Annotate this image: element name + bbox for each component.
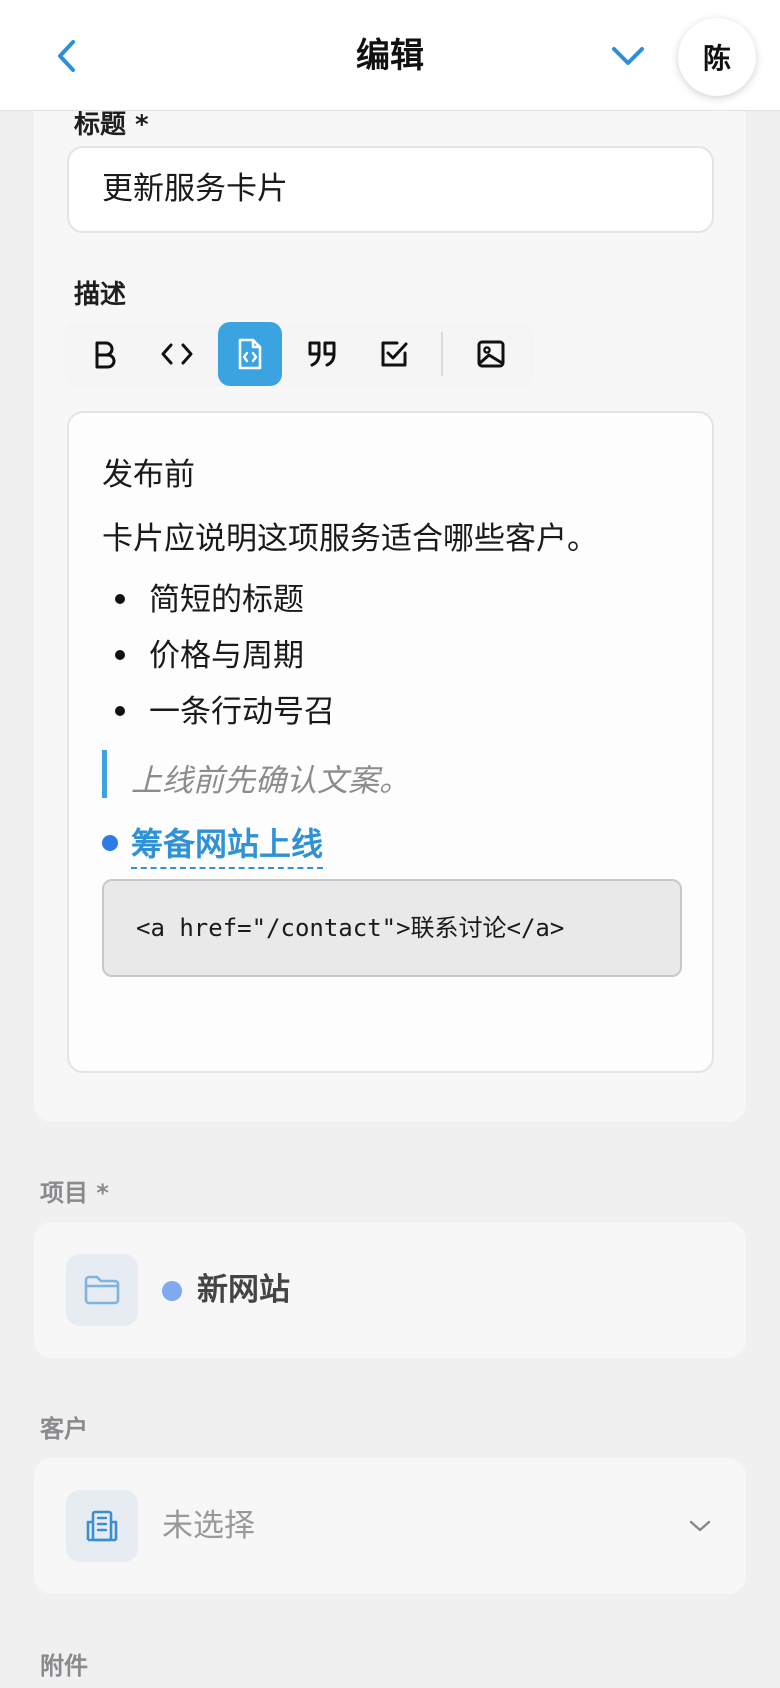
client-dropdown-toggle[interactable] [680, 1506, 720, 1546]
client-value: 未选择 [162, 1508, 255, 1544]
task-dot [102, 835, 118, 851]
code-block-button[interactable] [218, 322, 282, 386]
client-selector[interactable]: 未选择 [34, 1458, 746, 1594]
checkbox-icon [381, 341, 408, 367]
editor-paragraph: 卡片应说明这项服务适合哪些客户。 [102, 521, 598, 557]
collapse-button[interactable] [604, 32, 652, 80]
bullet-item: 价格与周期 [149, 638, 304, 674]
image-icon [477, 340, 505, 368]
page-title: 编辑 [356, 36, 424, 76]
toolbar-divider [441, 332, 443, 376]
editor-toolbar [64, 322, 534, 386]
avatar[interactable]: 陈 [678, 18, 756, 96]
bullet-dot [115, 594, 125, 604]
project-color-dot [162, 1281, 182, 1301]
folder-icon-box [66, 1254, 138, 1326]
bullet-item: 一条行动号召 [149, 694, 335, 730]
editor-quote: 上线前先确认文案。 [131, 763, 410, 799]
quote-bar [102, 750, 107, 798]
attachments-label: 附件 [40, 1652, 88, 1680]
code-block-icon [238, 338, 262, 370]
bold-icon [95, 341, 116, 369]
project-label: 项目 * [40, 1179, 109, 1207]
task-link[interactable]: 筹备网站上线 [131, 819, 324, 869]
project-selector[interactable]: 新网站 [34, 1222, 746, 1358]
building-icon-box [66, 1490, 138, 1562]
code-icon [161, 343, 193, 365]
quote-button[interactable] [290, 322, 354, 386]
bold-button[interactable] [73, 322, 137, 386]
description-label: 描述 [74, 280, 127, 310]
project-name: 新网站 [197, 1272, 290, 1308]
title-input[interactable]: 更新服务卡片 [67, 146, 714, 233]
building-icon [86, 1510, 118, 1542]
inline-code-button[interactable] [145, 322, 209, 386]
chevron-left-icon [58, 40, 75, 72]
bullet-dot [115, 706, 125, 716]
image-button[interactable] [459, 322, 523, 386]
description-editor[interactable]: 发布前 卡片应说明这项服务适合哪些客户。 简短的标题 价格与周期 一条行动号召 … [67, 411, 714, 1073]
client-label: 客户 [40, 1415, 88, 1443]
task-button[interactable] [362, 322, 426, 386]
editor-heading: 发布前 [102, 457, 195, 493]
back-button[interactable] [44, 30, 88, 82]
bullet-dot [115, 650, 125, 660]
bullet-item: 简短的标题 [149, 582, 304, 618]
quote-icon [308, 341, 336, 367]
code-block: <a href="/contact">联系讨论</a> [102, 879, 682, 977]
top-bar: 编辑 陈 [0, 0, 780, 111]
folder-icon [84, 1275, 120, 1305]
chevron-down-icon [612, 47, 644, 65]
chevron-down-icon [689, 1520, 711, 1532]
